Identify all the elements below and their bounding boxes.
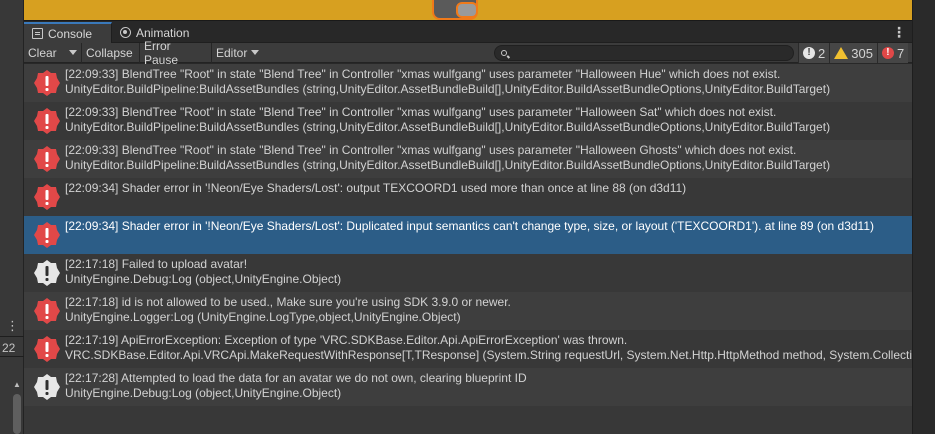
log-message: [22:09:33] BlendTree "Root" in state "Bl…: [65, 105, 912, 135]
log-message-line: [22:17:28] Attempted to load the data fo…: [65, 371, 527, 385]
console-toolbar: Clear Collapse Error Pause Editor ! 2 30…: [24, 39, 912, 67]
log-message: [22:17:19] ApiErrorException: Exception …: [65, 333, 912, 363]
info-count-toggle[interactable]: ! 2: [798, 43, 830, 63]
log-stacktrace-line: UnityEditor.BuildPipeline:BuildAssetBund…: [65, 82, 831, 96]
log-message: [22:17:18] id is not allowed to be used.…: [65, 295, 912, 325]
collapse-toggle[interactable]: Collapse: [82, 42, 140, 63]
info-icon: [33, 259, 61, 287]
scrollbar-thumb[interactable]: [13, 394, 21, 434]
info-icon: [33, 373, 61, 401]
log-stacktrace-line: UnityEngine.Debug:Log (object,UnityEngin…: [65, 386, 342, 400]
divider: [0, 356, 24, 357]
log-message-line: [22:17:18] Failed to upload avatar!: [65, 257, 248, 271]
log-entry[interactable]: [22:09:34] Shader error in '!Neon/Eye Sh…: [24, 178, 912, 216]
log-message: [22:17:28] Attempted to load the data fo…: [65, 371, 912, 401]
error-count-toggle[interactable]: ! 7: [876, 43, 909, 63]
left-panel-strip: ⋮ 22 ▲: [0, 0, 24, 434]
warning-icon: [834, 47, 849, 59]
log-message: [22:09:33] BlendTree "Root" in state "Bl…: [65, 67, 912, 97]
tab-console[interactable]: Console: [24, 22, 112, 43]
scroll-up-icon[interactable]: ▲: [13, 380, 21, 389]
left-panel-scrollbar[interactable]: ▲: [12, 380, 22, 434]
warning-count: 305: [851, 45, 873, 61]
log-stacktrace-line: UnityEngine.Debug:Log (object,UnityEngin…: [65, 272, 342, 286]
error-icon: [33, 335, 61, 363]
log-entry[interactable]: [22:09:33] BlendTree "Root" in state "Bl…: [24, 140, 912, 178]
search-input[interactable]: [494, 45, 794, 61]
log-message-line: [22:09:34] Shader error in '!Neon/Eye Sh…: [65, 219, 874, 233]
log-message-line: [22:09:34] Shader error in '!Neon/Eye Sh…: [65, 181, 687, 195]
error-icon: [33, 221, 61, 249]
error-icon: [33, 297, 61, 325]
log-message-line: [22:09:33] BlendTree "Root" in state "Bl…: [65, 143, 797, 157]
console-log-list: [22:09:33] BlendTree "Root" in state "Bl…: [24, 64, 912, 434]
log-entry[interactable]: [22:17:18] id is not allowed to be used.…: [24, 292, 912, 330]
tab-menu-icon[interactable]: ⋮: [892, 24, 906, 41]
error-count: 7: [896, 45, 905, 61]
log-entry[interactable]: [22:17:28] Attempted to load the data fo…: [24, 368, 912, 406]
log-message: [22:09:34] Shader error in '!Neon/Eye Sh…: [65, 219, 912, 234]
info-count: 2: [818, 45, 826, 61]
warning-count-toggle[interactable]: 305: [829, 43, 877, 63]
error-icon: [33, 145, 61, 173]
log-message: [22:09:33] BlendTree "Root" in state "Bl…: [65, 143, 912, 173]
clear-button-label: Clear: [28, 45, 57, 60]
clear-dropdown-chevron-icon[interactable]: [69, 50, 77, 55]
error-pause-toggle[interactable]: Error Pause: [140, 39, 212, 67]
editor-dropdown[interactable]: Editor: [212, 43, 264, 63]
log-entry[interactable]: [22:17:18] Failed to upload avatar! Unity…: [24, 254, 912, 292]
log-entry[interactable]: [22:09:33] BlendTree "Root" in state "Bl…: [24, 102, 912, 140]
log-entry[interactable]: [22:09:33] BlendTree "Root" in state "Bl…: [24, 64, 912, 102]
error-icon: [33, 69, 61, 97]
tab-console-label: Console: [48, 26, 93, 41]
divider: [0, 336, 24, 337]
log-counts: ! 2 305 ! 7: [798, 43, 909, 63]
clear-button[interactable]: Clear: [24, 42, 82, 63]
console-icon: [32, 28, 43, 39]
log-message-line: [22:17:19] ApiErrorException: Exception …: [65, 333, 628, 347]
scene-view-strip: [24, 0, 912, 21]
log-message: [22:17:18] Failed to upload avatar! Unity…: [65, 257, 912, 287]
log-stacktrace-line: UnityEngine.Logger:Log (UnityEngine.LogT…: [65, 310, 461, 324]
search-icon: [501, 50, 507, 56]
log-entry[interactable]: [22:09:34] Shader error in '!Neon/Eye Sh…: [24, 216, 912, 254]
scene-object-selected: [456, 2, 478, 18]
error-icon: [33, 183, 61, 211]
log-message-line: [22:09:33] BlendTree "Root" in state "Bl…: [65, 67, 781, 81]
log-entry[interactable]: [22:17:19] ApiErrorException: Exception …: [24, 330, 912, 368]
panel-menu-icon[interactable]: ⋮: [6, 318, 19, 334]
log-message-line: [22:17:18] id is not allowed to be used.…: [65, 295, 511, 309]
log-stacktrace-line: VRC.SDKBase.Editor.Api.VRCApi.MakeReques…: [65, 348, 912, 362]
log-stacktrace-line: UnityEditor.BuildPipeline:BuildAssetBund…: [65, 158, 831, 172]
log-message: [22:09:34] Shader error in '!Neon/Eye Sh…: [65, 181, 912, 196]
editor-dropdown-label: Editor: [216, 45, 248, 60]
log-stacktrace-line: UnityEditor.BuildPipeline:BuildAssetBund…: [65, 120, 831, 134]
tab-animation-label: Animation: [136, 25, 190, 40]
error-icon: !: [881, 47, 894, 59]
animation-icon: [120, 27, 131, 38]
chevron-down-icon: [251, 50, 260, 55]
info-icon: !: [803, 47, 815, 59]
right-panel-strip: [912, 0, 935, 434]
left-panel-number: 22: [2, 341, 16, 355]
error-icon: [33, 107, 61, 135]
log-message-line: [22:09:33] BlendTree "Root" in state "Bl…: [65, 105, 777, 119]
